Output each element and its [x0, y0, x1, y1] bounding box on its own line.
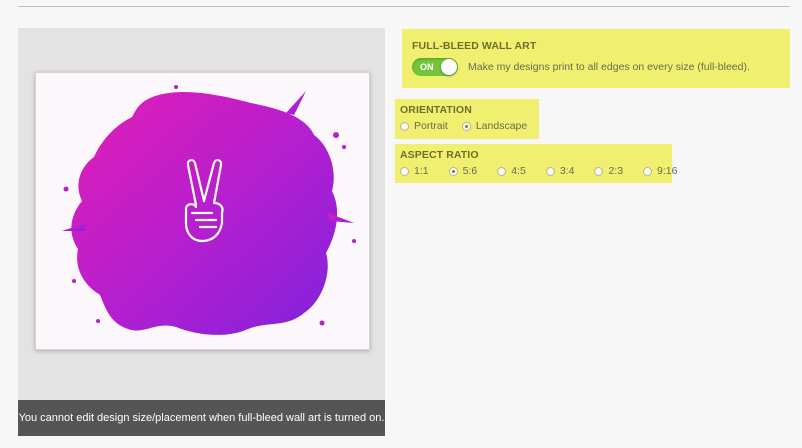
- aspect-option-2-3[interactable]: 2:3: [594, 165, 623, 177]
- fullbleed-notice: You cannot edit design size/placement wh…: [18, 400, 385, 436]
- orientation-option-portrait[interactable]: Portrait: [400, 120, 448, 132]
- orientation-title: ORIENTATION: [400, 104, 472, 116]
- aspect-option-4-5[interactable]: 4:5: [497, 165, 526, 177]
- paint-splash: [62, 85, 356, 335]
- aspect-2-3-radio[interactable]: [594, 166, 604, 176]
- portrait-label: Portrait: [414, 120, 448, 132]
- aspect-5-6-radio[interactable]: [448, 166, 458, 176]
- top-divider: [18, 6, 790, 7]
- aspect-9-16-radio[interactable]: [643, 166, 653, 176]
- aspect-label: 5:6: [462, 165, 478, 177]
- aspect-ratio-section: ASPECT RATIO 1:1 5:6 4:5 3:4 2:3 9:16: [395, 144, 677, 183]
- orientation-section: ORIENTATION Portrait Landscape: [395, 99, 539, 139]
- fullbleed-title: FULL-BLEED WALL ART: [412, 40, 537, 52]
- toggle-knob: [441, 59, 457, 75]
- landscape-label: Landscape: [475, 120, 528, 132]
- design-preview-panel: You cannot edit design size/placement wh…: [18, 28, 385, 436]
- fullbleed-description: Make my designs print to all edges on ev…: [468, 61, 750, 73]
- aspect-4-5-radio[interactable]: [497, 166, 507, 176]
- wall-art-canvas: [35, 72, 370, 350]
- fullbleed-toggle[interactable]: ON: [412, 58, 458, 76]
- portrait-radio[interactable]: [400, 121, 409, 131]
- aspect-option-9-16[interactable]: 9:16: [643, 165, 677, 177]
- aspect-label: 9:16: [657, 165, 678, 177]
- aspect-3-4-radio[interactable]: [545, 166, 555, 176]
- orientation-option-landscape[interactable]: Landscape: [461, 120, 528, 132]
- aspect-label: 4:5: [511, 165, 526, 177]
- aspect-label: 1:1: [414, 165, 429, 177]
- toggle-state-label: ON: [420, 62, 434, 72]
- aspect-option-5-6[interactable]: 5:6: [448, 165, 478, 177]
- aspect-label: 3:4: [559, 165, 575, 177]
- landscape-radio[interactable]: [461, 121, 471, 131]
- fullbleed-section: FULL-BLEED WALL ART ON Make my designs p…: [402, 29, 790, 88]
- aspect-label: 2:3: [608, 165, 624, 177]
- aspect-1-1-radio[interactable]: [400, 166, 409, 176]
- aspect-option-3-4[interactable]: 3:4: [545, 165, 575, 177]
- aspect-option-1-1[interactable]: 1:1: [400, 165, 429, 177]
- aspect-ratio-title: ASPECT RATIO: [400, 149, 479, 161]
- artwork: [62, 85, 356, 335]
